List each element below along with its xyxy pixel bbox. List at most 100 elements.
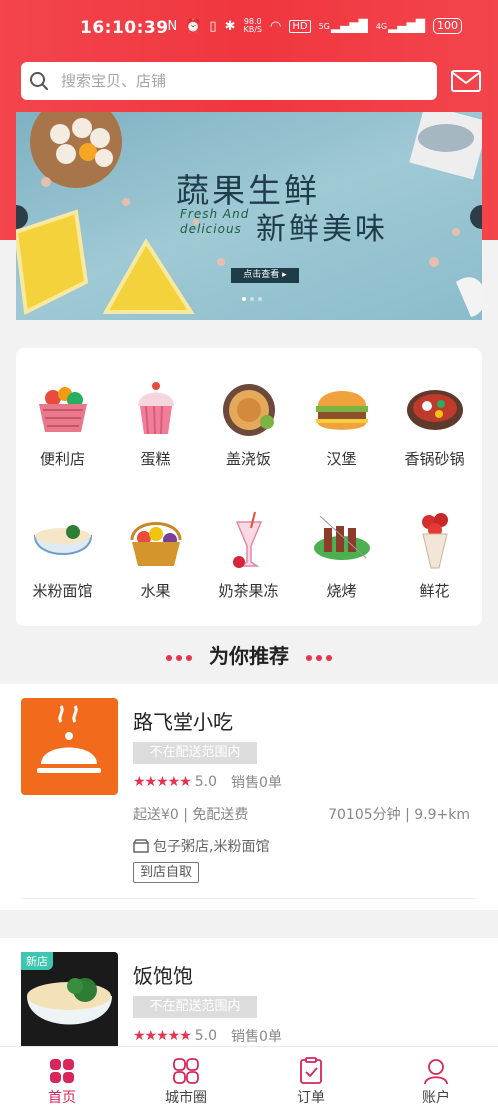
rice-plate-icon <box>222 384 275 436</box>
banner-subtitle: Fresh And delicious <box>180 207 250 236</box>
battery-icon: 100 <box>433 18 462 34</box>
tab-home[interactable]: 首页 <box>22 1057 102 1107</box>
store-name[interactable]: 路飞堂小吃 <box>133 706 233 735</box>
network-speed: 98.0 KB/S <box>243 17 262 34</box>
fruit-basket-icon <box>130 522 181 566</box>
heading-dots-right <box>304 644 334 668</box>
category-label: 便利店 <box>39 450 85 468</box>
store-icon <box>133 839 149 853</box>
store-rating: ★★★★★ 5.0 销售0单 <box>133 1026 282 1046</box>
category-label: 香锅砂锅 <box>404 450 465 468</box>
banner-view-button[interactable]: 点击查看 ▸ <box>231 268 299 283</box>
tab-city-circle[interactable]: 城市圈 <box>146 1057 226 1107</box>
hd-icon: HD <box>289 19 311 33</box>
home-grid-icon <box>50 1059 74 1083</box>
bottom-tab-bar: 首页 城市圈 订单 账户 <box>0 1046 498 1114</box>
delivery-range-badge: 不在配送范围内 <box>133 996 257 1018</box>
cupcake-icon <box>137 382 174 435</box>
signal-4g-icon: 4G ▂▄▆█ <box>376 19 425 33</box>
delivery-distance: 70105分钟 | 9.9+km <box>328 807 470 823</box>
store-card[interactable]: 新店 饭饱饱 不在配送范围内 ★★★★★ 5.0 销售0单 <box>0 938 498 1049</box>
store-card[interactable]: 路飞堂小吃 不在配送范围内 ★★★★★ 5.0 销售0单 起送¥0 | 免配送费… <box>0 684 498 910</box>
rating-value: 5.0 <box>194 774 218 790</box>
status-icons: N ⏰ ▯ ✱ 98.0 KB/S ◠ HD 5G ▂▄▆█ 4G ▂▄▆█ 100 <box>167 18 462 34</box>
category-burger[interactable]: 汉堡 <box>295 376 388 469</box>
search-icon <box>30 72 48 90</box>
new-store-badge: 新店 <box>21 952 53 970</box>
status-bar: 16:10:39 N ⏰ ▯ ✱ 98.0 KB/S ◠ HD 5G ▂▄▆█ 4… <box>0 0 498 56</box>
category-label: 蛋糕 <box>140 450 171 468</box>
tab-label: 首页 <box>48 1090 76 1106</box>
banner-dot[interactable] <box>250 297 254 301</box>
search-bar[interactable] <box>21 62 437 100</box>
banner-dot[interactable] <box>242 297 246 301</box>
category-label: 汉堡 <box>326 450 357 468</box>
signal-5g-icon: 5G ▂▄▆█ <box>319 19 368 33</box>
category-fruit[interactable]: 水果 <box>109 508 202 601</box>
bluetooth-icon: ✱ <box>224 18 236 34</box>
store-name[interactable]: 饭饱饱 <box>133 960 193 989</box>
store-tags: 包子粥店,米粉面馆 <box>153 839 270 855</box>
signal-4g-bars: ▂▄▆█ <box>388 19 425 33</box>
vibrate-icon: ▯ <box>209 18 217 34</box>
message-icon[interactable] <box>450 68 482 94</box>
order-clipboard-icon <box>300 1057 322 1084</box>
category-label: 烧烤 <box>326 582 357 600</box>
tab-label: 账户 <box>422 1090 450 1106</box>
store-categories: 包子粥店,米粉面馆 <box>133 836 269 856</box>
category-bbq[interactable]: 烧烤 <box>295 508 388 601</box>
sales-count: 销售0单 <box>231 775 282 791</box>
category-rice[interactable]: 盖浇饭 <box>202 376 295 469</box>
category-milk-tea[interactable]: 奶茶果冻 <box>202 508 295 601</box>
category-cake[interactable]: 蛋糕 <box>109 376 202 469</box>
wifi-icon: ◠ <box>269 18 282 34</box>
category-flowers[interactable]: 鲜花 <box>388 508 481 601</box>
category-noodles[interactable]: 米粉面馆 <box>16 508 109 601</box>
tab-orders[interactable]: 订单 <box>271 1057 351 1107</box>
food-cloche-icon <box>37 705 101 773</box>
noodle-bowl-icon <box>33 525 92 555</box>
signal-4g-label: 4G <box>375 21 388 31</box>
tab-label: 城市圈 <box>165 1090 207 1106</box>
milk-tea-icon <box>232 511 262 568</box>
hotpot-icon <box>406 390 463 430</box>
tab-label: 订单 <box>297 1090 325 1106</box>
burger-icon <box>315 391 368 430</box>
promo-banner[interactable]: 蔬果生鲜 Fresh And delicious 新鲜美味 点击查看 ▸ <box>16 112 482 320</box>
banner-title-2: 新鲜美味 <box>256 212 388 247</box>
delivery-fee: 起送¥0 | 免配送费 <box>133 807 249 823</box>
alarm-icon: ⏰ <box>185 18 202 34</box>
tab-account[interactable]: 账户 <box>396 1057 476 1107</box>
banner-dot[interactable] <box>258 297 262 301</box>
category-grid: 便利店 蛋糕 盖浇饭 汉堡 香锅砂锅 米粉面馆 水果 奶茶果冻 烧烤 鲜花 <box>16 348 482 626</box>
search-input[interactable] <box>61 72 391 90</box>
rating-value: 5.0 <box>194 1028 218 1044</box>
recommend-title: 为你推荐 <box>209 644 289 668</box>
rating-stars-icon: ★★★★★ <box>133 1028 192 1044</box>
store-rating: ★★★★★ 5.0 销售0单 <box>133 772 282 792</box>
category-label: 鲜花 <box>419 582 450 600</box>
pickup-tag: 到店自取 <box>133 862 200 883</box>
status-time: 16:10:39 <box>80 18 169 38</box>
heading-dots-left <box>164 644 194 668</box>
bbq-skewers-icon <box>313 515 370 560</box>
account-person-icon <box>424 1059 448 1085</box>
category-label: 奶茶果冻 <box>218 582 279 600</box>
category-label: 盖浇饭 <box>225 450 271 468</box>
category-hotpot[interactable]: 香锅砂锅 <box>388 376 481 469</box>
nfc-icon: N <box>167 18 178 34</box>
signal-5g-bars: ▂▄▆█ <box>330 19 368 33</box>
divider <box>21 898 477 899</box>
flower-bouquet-icon <box>421 513 448 569</box>
delivery-range-badge: 不在配送范围内 <box>133 742 257 764</box>
grocery-basket-icon <box>38 387 87 432</box>
category-label: 米粉面馆 <box>32 582 93 600</box>
recommend-heading: 为你推荐 <box>0 640 498 669</box>
city-circle-icon <box>173 1058 199 1084</box>
sales-count: 销售0单 <box>231 1029 282 1045</box>
store-thumbnail <box>21 698 118 795</box>
banner-pagination <box>242 297 262 301</box>
signal-5g-label: 5G <box>318 21 330 31</box>
category-label: 水果 <box>140 582 171 600</box>
category-convenience-store[interactable]: 便利店 <box>16 376 109 469</box>
